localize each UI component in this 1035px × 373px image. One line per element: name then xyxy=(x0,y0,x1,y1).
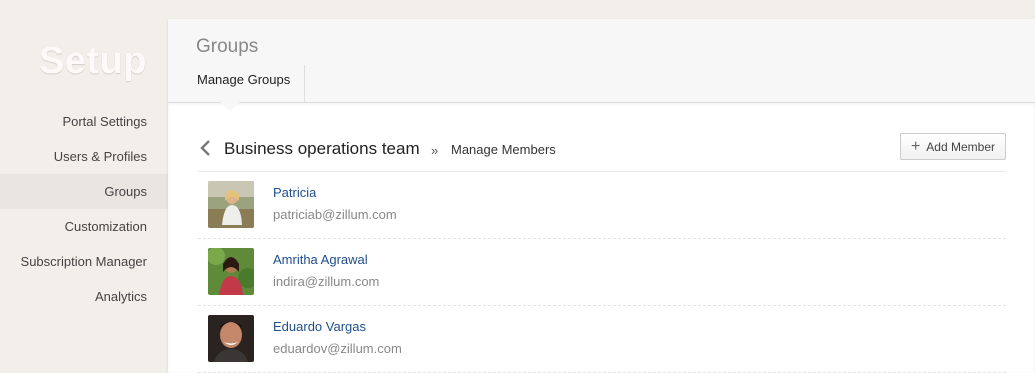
breadcrumb: Business operations team » Manage Member… xyxy=(168,103,1035,171)
member-email: eduardov@zillum.com xyxy=(273,341,402,356)
list-item: Amritha Agrawal indira@zillum.com xyxy=(198,239,1006,306)
sidebar-item-customization[interactable]: Customization xyxy=(0,209,168,244)
avatar xyxy=(208,181,254,228)
page-title: Groups xyxy=(196,36,259,57)
team-name[interactable]: Business operations team xyxy=(224,139,420,159)
member-list: Patricia patriciab@zillum.com Amritha Ag… xyxy=(198,171,1006,373)
add-member-button[interactable]: + Add Member xyxy=(899,133,1006,160)
sidebar-nav: Portal Settings Users & Profiles Groups … xyxy=(0,104,168,314)
tab-manage-groups[interactable]: Manage Groups xyxy=(186,65,306,102)
member-email: indira@zillum.com xyxy=(273,274,380,289)
active-tab-indicator xyxy=(220,102,240,111)
chevron-left-icon[interactable] xyxy=(198,139,212,157)
main-panel: Groups Manage Groups Business operations… xyxy=(168,19,1035,373)
sidebar-item-subscription-manager[interactable]: Subscription Manager xyxy=(0,244,168,279)
sidebar-item-portal-settings[interactable]: Portal Settings xyxy=(0,104,168,139)
member-name[interactable]: Amritha Agrawal xyxy=(273,252,368,267)
member-email: patriciab@zillum.com xyxy=(273,207,397,222)
add-member-label: Add Member xyxy=(926,139,995,154)
sidebar-item-groups[interactable]: Groups xyxy=(0,174,168,209)
sidebar: Setup Portal Settings Users & Profiles G… xyxy=(0,0,168,373)
sidebar-item-analytics[interactable]: Analytics xyxy=(0,279,168,314)
page-header: Groups Manage Groups xyxy=(168,19,1035,102)
content-area: Business operations team » Manage Member… xyxy=(168,102,1035,373)
sidebar-item-users-profiles[interactable]: Users & Profiles xyxy=(0,139,168,174)
breadcrumb-current: Manage Members xyxy=(451,142,556,157)
plus-icon: + xyxy=(910,137,921,155)
setup-title: Setup xyxy=(38,40,147,82)
breadcrumb-separator-icon: » xyxy=(431,143,439,158)
list-item: Eduardo Vargas eduardov@zillum.com xyxy=(198,306,1006,373)
avatar xyxy=(208,315,254,362)
list-item: Patricia patriciab@zillum.com xyxy=(198,172,1006,239)
member-name[interactable]: Eduardo Vargas xyxy=(273,319,366,334)
member-name[interactable]: Patricia xyxy=(273,185,316,200)
avatar xyxy=(208,248,254,295)
